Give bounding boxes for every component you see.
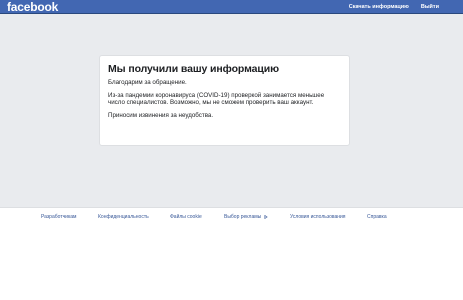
footer-link-ad-choices[interactable]: Выбор рекламы bbox=[224, 212, 268, 222]
footer-links: Разработчикам Конфиденциальность Файлы c… bbox=[0, 212, 463, 222]
main-content-area: Мы получили вашу информацию Благодарим з… bbox=[0, 14, 463, 207]
footer-link-terms[interactable]: Условия использования bbox=[290, 212, 346, 222]
adchoices-icon bbox=[264, 214, 268, 219]
footer-link-cookies[interactable]: Файлы cookie bbox=[170, 212, 202, 222]
thanks-message: Благодарим за обращение. bbox=[108, 79, 187, 86]
apology-message: Приносим извинения за неудобства. bbox=[108, 111, 214, 119]
download-information-link[interactable]: Скачать информацию bbox=[349, 0, 409, 14]
footer-link-label: Выбор рекламы bbox=[224, 214, 262, 220]
top-actions: Скачать информацию Выйти bbox=[349, 0, 439, 14]
footer-link-help[interactable]: Справка bbox=[367, 212, 387, 222]
facebook-logo[interactable]: facebook bbox=[7, 0, 58, 14]
page: facebook Скачать информацию Выйти Мы пол… bbox=[0, 0, 463, 300]
footer-link-developers[interactable]: Разработчикам bbox=[41, 212, 77, 222]
footer: Разработчикам Конфиденциальность Файлы c… bbox=[0, 207, 463, 300]
footer-link-label: Условия использования bbox=[290, 214, 346, 220]
logout-link[interactable]: Выйти bbox=[421, 0, 439, 14]
card-title: Мы получили вашу информацию bbox=[108, 63, 279, 75]
footer-link-label: Конфиденциальность bbox=[98, 214, 149, 220]
footer-link-label: Справка bbox=[367, 214, 387, 220]
footer-link-label: Файлы cookie bbox=[170, 214, 202, 220]
information-received-card: Мы получили вашу информацию Благодарим з… bbox=[99, 55, 350, 146]
top-navigation-bar: facebook Скачать информацию Выйти bbox=[0, 0, 463, 14]
covid-review-message: Из-за пандемии коронавируса (COVID-19) п… bbox=[108, 91, 325, 107]
footer-link-privacy[interactable]: Конфиденциальность bbox=[98, 212, 149, 222]
footer-link-label: Разработчикам bbox=[41, 214, 77, 220]
